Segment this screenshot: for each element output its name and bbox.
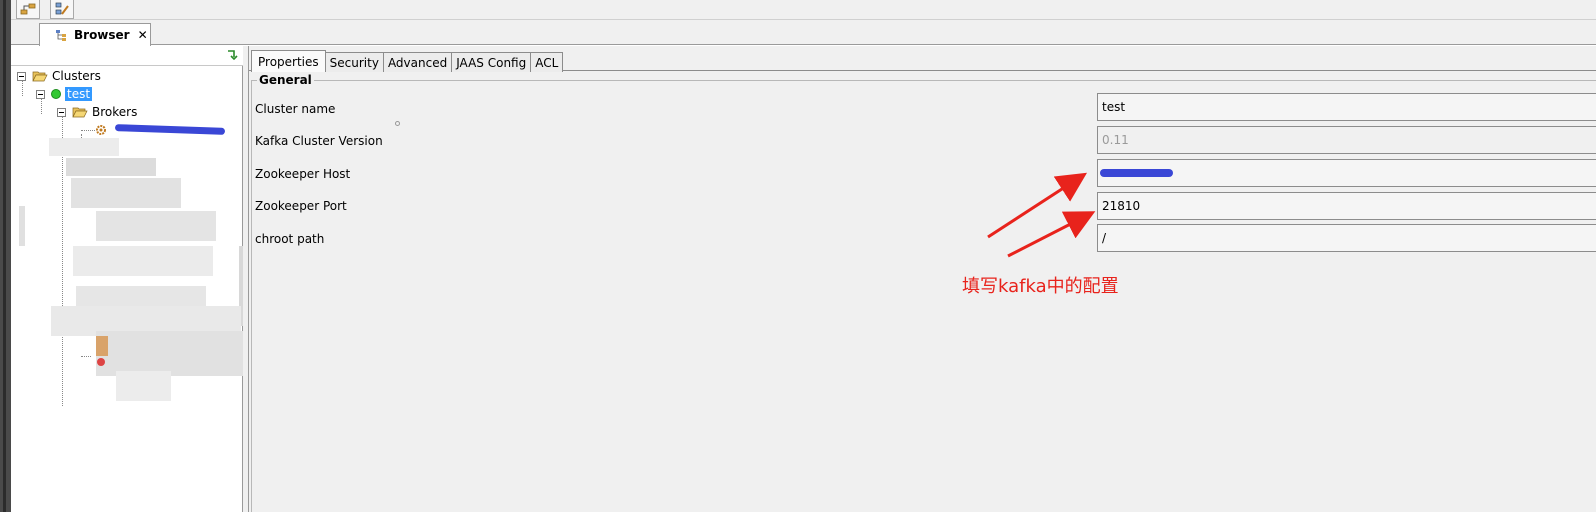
tab-properties[interactable]: Properties: [251, 50, 326, 72]
annotation-text: 填写kafka中的配置: [962, 276, 1119, 297]
arrow-to-port: [1007, 211, 1096, 258]
annotation-arrows: [987, 172, 1096, 258]
arrow-to-host: [987, 172, 1088, 239]
